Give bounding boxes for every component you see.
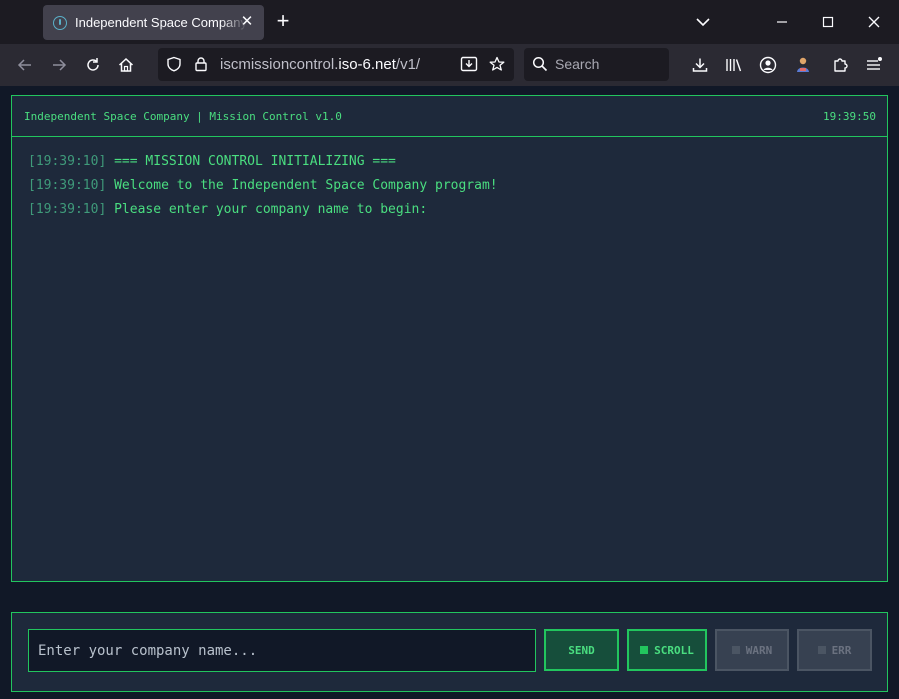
maximize-icon[interactable]: [813, 8, 843, 36]
browser-tab[interactable]: Independent Space Company: Mission Contr…: [43, 5, 264, 40]
scroll-button-label: SCROLL: [654, 643, 694, 657]
url-path: /v1/: [395, 56, 421, 73]
new-tab-icon[interactable]: +: [272, 10, 294, 34]
err-indicator-icon: [817, 646, 826, 654]
tab-title: Independent Space Company: Mission Contr…: [75, 15, 247, 30]
log-message: Please enter your company name to begin:: [114, 202, 428, 217]
url-host: iso-6.net: [338, 56, 396, 73]
error-filter-button[interactable]: ERR: [797, 629, 872, 671]
minimize-icon[interactable]: [767, 8, 797, 36]
close-tab-icon[interactable]: ✕: [239, 13, 255, 31]
send-button-label: SEND: [568, 643, 595, 657]
url-text[interactable]: iscmissioncontrol.iso-6.net/v1/: [220, 56, 420, 73]
warn-filter-button[interactable]: WARN: [715, 629, 789, 671]
extensions-puzzle-icon[interactable]: [828, 53, 852, 77]
log-message: === MISSION CONTROL INITIALIZING ===: [114, 154, 396, 169]
tracking-protection-shield-icon[interactable]: [162, 52, 186, 76]
bookmark-star-icon[interactable]: [485, 52, 509, 76]
address-bar[interactable]: iscmissioncontrol.iso-6.net/v1/: [158, 48, 514, 81]
terminal-header: Independent Space Company | Mission Cont…: [12, 96, 887, 137]
scroll-toggle-button[interactable]: SCROLL: [627, 629, 707, 671]
search-icon: [528, 52, 552, 76]
warn-indicator-icon: [731, 646, 740, 654]
menu-hamburger-icon[interactable]: [862, 53, 886, 77]
log-message: Welcome to the Independent Space Company…: [114, 178, 498, 193]
err-button-label: ERR: [831, 643, 852, 657]
list-all-tabs-icon[interactable]: [688, 8, 718, 36]
company-name-input[interactable]: [28, 629, 536, 672]
search-placeholder: Search: [555, 56, 600, 72]
extension-avatar-icon[interactable]: [791, 53, 815, 77]
reload-icon[interactable]: [81, 53, 105, 77]
home-icon[interactable]: [114, 53, 138, 77]
log-timestamp: [19:39:10]: [28, 178, 107, 193]
url-prefix: iscmissioncontrol.: [220, 56, 339, 73]
send-button[interactable]: SEND: [544, 629, 619, 671]
message-log: [19:39:10] === MISSION CONTROL INITIALIZ…: [28, 154, 498, 226]
back-icon[interactable]: [13, 53, 37, 77]
log-timestamp: [19:39:10]: [28, 154, 107, 169]
warn-button-label: WARN: [745, 643, 773, 657]
lock-icon[interactable]: [189, 52, 213, 76]
search-bar[interactable]: Search: [524, 48, 669, 81]
close-window-icon[interactable]: [859, 8, 889, 36]
site-favicon-icon: [53, 15, 67, 30]
terminal-clock: 19:39:50: [823, 110, 876, 123]
command-bar: SEND SCROLL WARN ERR: [11, 612, 888, 692]
log-timestamp: [19:39:10]: [28, 202, 107, 217]
account-icon[interactable]: [756, 53, 780, 77]
terminal-title: Independent Space Company | Mission Cont…: [24, 110, 342, 123]
browser-tab-bar: Independent Space Company: Mission Contr…: [0, 0, 899, 44]
log-line: [19:39:10] Please enter your company nam…: [28, 202, 498, 226]
log-line: [19:39:10] === MISSION CONTROL INITIALIZ…: [28, 154, 498, 178]
save-to-pocket-icon[interactable]: [457, 52, 481, 76]
library-icon[interactable]: [722, 53, 746, 77]
downloads-icon[interactable]: [688, 53, 712, 77]
scroll-indicator-icon: [640, 646, 649, 654]
browser-toolbar: iscmissioncontrol.iso-6.net/v1/ Search: [0, 44, 899, 86]
forward-icon[interactable]: [47, 53, 71, 77]
log-line: [19:39:10] Welcome to the Independent Sp…: [28, 178, 498, 202]
mission-terminal: Independent Space Company | Mission Cont…: [11, 95, 888, 582]
